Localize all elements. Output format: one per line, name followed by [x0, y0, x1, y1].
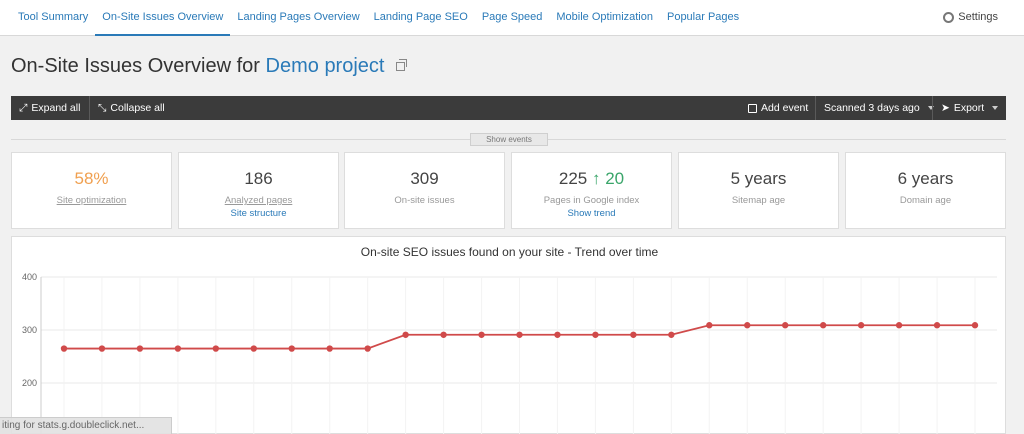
collapse-all-button[interactable]: ⤡ Collapse all: [90, 96, 173, 120]
trend-chart-panel: On-site SEO issues found on your site - …: [11, 236, 1006, 434]
card-domain-age: 6 years Domain age: [845, 152, 1006, 229]
data-point: [933, 322, 941, 329]
event-icon: [748, 103, 757, 113]
data-point: [98, 345, 106, 352]
data-point: [895, 322, 903, 329]
y-tick-label: 300: [22, 325, 37, 335]
data-point: [516, 331, 523, 338]
expand-all-label: Expand all: [31, 102, 81, 114]
data-point: [136, 345, 144, 352]
add-event-label: Add event: [761, 102, 809, 114]
tab-page-speed[interactable]: Page Speed: [475, 0, 550, 36]
scanned-label: Scanned 3 days ago: [824, 102, 920, 114]
card-delta: 20: [605, 169, 625, 188]
top-navigation: Tool Summary On-Site Issues Overview Lan…: [0, 0, 1024, 36]
expand-icon: ⤢: [19, 101, 28, 114]
data-point: [668, 331, 675, 338]
add-event-button[interactable]: Add event: [740, 96, 816, 120]
data-point: [60, 345, 68, 352]
settings-button[interactable]: Settings: [943, 11, 998, 23]
card-value-number: 225: [558, 169, 588, 188]
page-title-prefix: On-Site Issues Overview for: [11, 55, 260, 77]
data-point: [364, 345, 371, 352]
export-dropdown[interactable]: ➤ Export: [933, 96, 1006, 120]
data-point: [478, 331, 485, 338]
data-point: [288, 345, 295, 352]
gear-icon: [943, 11, 955, 23]
page-title: On-Site Issues Overview for Demo project: [11, 55, 408, 78]
toolbar: ⤢ Expand all ⤡ Collapse all Add event Sc…: [11, 96, 1006, 120]
scanned-dropdown[interactable]: Scanned 3 days ago: [816, 96, 942, 120]
data-point: [554, 331, 561, 338]
tab-mobile-optimization[interactable]: Mobile Optimization: [549, 0, 660, 36]
trend-chart: 200 300 400: [22, 272, 997, 434]
collapse-icon: ⤡: [98, 101, 107, 114]
data-point: [402, 331, 409, 338]
data-point: [630, 331, 637, 338]
tab-landing-pages-overview[interactable]: Landing Pages Overview: [230, 0, 366, 36]
browser-status-bar: iting for stats.g.doubleclick.net...: [0, 417, 172, 434]
card-value: 5 years: [730, 169, 787, 188]
data-point: [212, 345, 220, 352]
card-value: 309: [410, 169, 439, 188]
project-name-link[interactable]: Demo project: [266, 55, 385, 77]
y-tick-label: 200: [22, 378, 37, 388]
y-tick-label: 400: [22, 272, 37, 282]
card-label: Domain age: [899, 195, 952, 206]
card-sitemap-age: 5 years Sitemap age: [678, 152, 839, 229]
card-analyzed-pages: 186 Analyzed pages Site structure: [178, 152, 339, 229]
expand-all-button[interactable]: ⤢ Expand all: [11, 96, 88, 120]
tab-tool-summary[interactable]: Tool Summary: [11, 0, 95, 36]
chevron-down-icon: [992, 106, 999, 110]
data-point: [250, 345, 257, 352]
data-point: [782, 322, 789, 329]
show-events-button[interactable]: Show events: [470, 133, 548, 146]
card-label-link[interactable]: Analyzed pages: [179, 195, 338, 206]
arrow-up-icon: ↑: [591, 169, 601, 188]
site-structure-link[interactable]: Site structure: [179, 208, 338, 219]
collapse-all-label: Collapse all: [110, 102, 165, 114]
card-value: 186: [244, 169, 273, 188]
card-label-link[interactable]: Site optimization: [12, 195, 171, 206]
settings-label: Settings: [958, 11, 998, 23]
data-point: [857, 322, 865, 329]
send-icon: ➤: [941, 102, 950, 114]
data-point: [706, 322, 713, 329]
card-site-optimization: 58% Site optimization: [11, 152, 172, 229]
show-trend-link[interactable]: Show trend: [512, 208, 671, 219]
data-point: [819, 322, 827, 329]
data-point: [592, 331, 599, 338]
card-value: 6 years: [897, 169, 954, 188]
card-label: On-site issues: [394, 195, 455, 206]
card-pages-in-google-index: 225 ↑ 20 Pages in Google index Show tren…: [511, 152, 672, 229]
card-on-site-issues: 309 On-site issues: [344, 152, 505, 229]
card-value: 225 ↑ 20: [512, 169, 671, 189]
data-point: [440, 331, 447, 338]
card-label: Sitemap age: [731, 195, 786, 206]
data-point: [174, 345, 182, 352]
data-point: [326, 345, 333, 352]
data-point: [971, 322, 979, 329]
export-label: Export: [953, 102, 985, 114]
tab-landing-page-seo[interactable]: Landing Page SEO: [367, 0, 475, 36]
external-link-icon[interactable]: [396, 59, 408, 71]
data-point: [744, 322, 751, 329]
tab-popular-pages[interactable]: Popular Pages: [660, 0, 746, 36]
card-value: 58%: [74, 169, 109, 188]
tab-bar: Tool Summary On-Site Issues Overview Lan…: [11, 0, 746, 36]
card-label: Pages in Google index: [543, 195, 640, 206]
tab-on-site-issues-overview[interactable]: On-Site Issues Overview: [95, 0, 231, 36]
